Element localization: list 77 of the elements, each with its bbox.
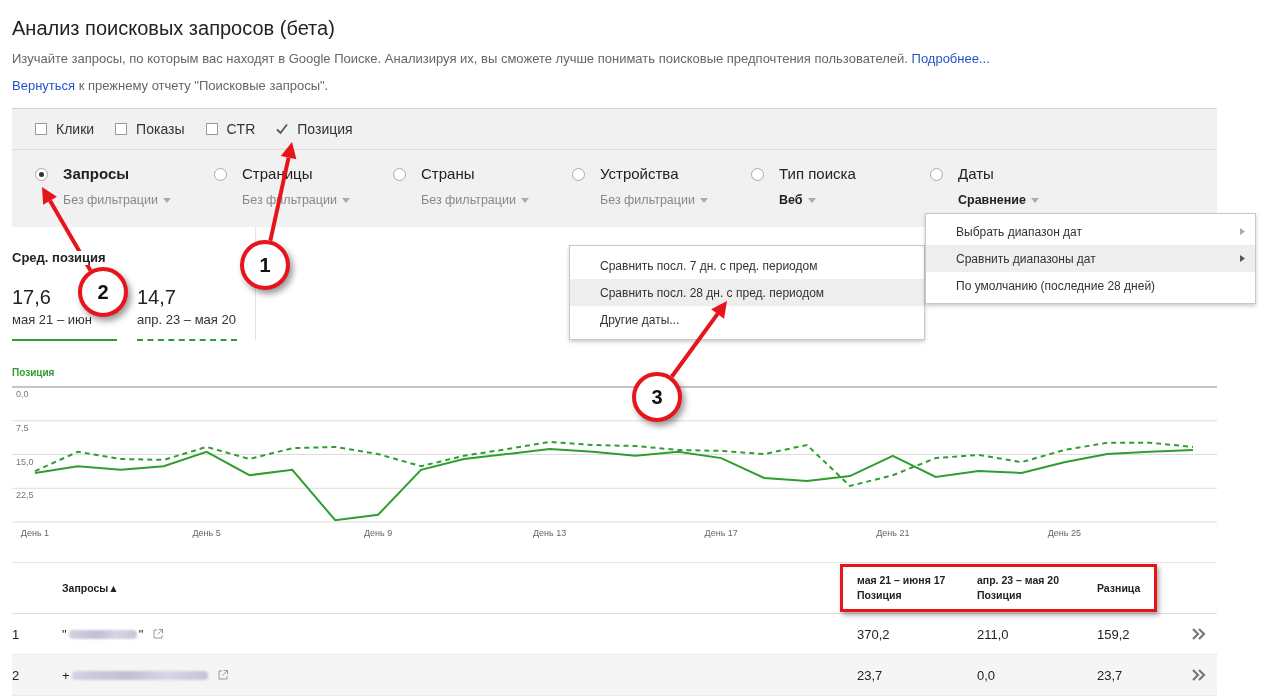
- caret-icon: [341, 197, 350, 203]
- dimension-label[interactable]: Запросы: [63, 164, 130, 184]
- caret-icon: [807, 197, 816, 203]
- axis-label: День 5: [192, 528, 221, 538]
- value-cell: 23,7: [857, 667, 883, 683]
- page-title: Анализ поисковых запросов (бета): [12, 16, 336, 40]
- checkbox-label[interactable]: Позиция: [297, 121, 353, 137]
- value-cell: 159,2: [1097, 626, 1130, 642]
- radio-button[interactable]: [393, 167, 406, 181]
- axis-label: День 1: [20, 528, 50, 538]
- external-link-icon[interactable]: [217, 670, 228, 680]
- summary-title: Сред. позиция: [12, 251, 106, 265]
- caret-icon: [520, 197, 529, 203]
- checkmark-icon[interactable]: [276, 123, 289, 135]
- axis-label: День 21: [876, 528, 910, 538]
- callout-badge: 1: [240, 240, 290, 290]
- menu-item[interactable]: Другие даты...: [570, 306, 924, 333]
- column-header: апр. 23 – мая 20 Позиция: [977, 573, 1059, 603]
- filter-dropdown[interactable]: Сравнение: [958, 192, 1039, 208]
- caret-icon: [699, 197, 708, 203]
- metric-value: 17,6: [12, 285, 51, 309]
- query-prefix: +: [62, 667, 70, 683]
- description-text: Изучайте запросы, по которым вас находят в Google Поиске. Анализируя их, вы сможете лучше понимать поисковые предпочтения пользователей. Подробнее...: [12, 51, 991, 67]
- menu-item[interactable]: Сравнить диапазоны дат: [926, 245, 1255, 272]
- axis-label: 7,5: [16, 422, 29, 433]
- value-cell: 0,0: [977, 667, 996, 683]
- axis-label: День 25: [1047, 528, 1081, 538]
- checkbox[interactable]: [205, 123, 218, 135]
- chart-title: Позиция: [12, 366, 55, 380]
- radio-button[interactable]: [751, 167, 764, 181]
- axis-label: 0,0: [16, 389, 29, 399]
- value-cell: 23,7: [1097, 667, 1123, 683]
- caret-icon: [162, 197, 171, 203]
- redacted-text: [68, 629, 137, 639]
- radio-button[interactable]: [35, 167, 48, 181]
- radio-button[interactable]: [572, 167, 585, 181]
- radio-button[interactable]: [214, 167, 227, 181]
- callout-badge: 2: [78, 267, 128, 317]
- checkbox-label[interactable]: Клики: [56, 121, 95, 137]
- value-cell: 211,0: [977, 626, 1009, 642]
- menu-item[interactable]: По умолчанию (последние 28 дней): [926, 272, 1255, 299]
- dimension-label[interactable]: Страны: [421, 164, 475, 184]
- caret-icon: [1031, 197, 1039, 203]
- menu-item[interactable]: Выбрать диапазон дат: [926, 218, 1255, 245]
- checkbox[interactable]: [115, 123, 128, 135]
- radio-button[interactable]: [930, 167, 943, 181]
- date-range: апр. 23 – мая 20: [137, 312, 236, 328]
- value-cell: 370,2: [857, 626, 890, 642]
- filter-dropdown[interactable]: Веб: [779, 192, 816, 208]
- dimension-label[interactable]: Тип поиска: [779, 164, 856, 184]
- row-number: 1: [12, 626, 20, 642]
- dimension-label[interactable]: Даты: [958, 164, 994, 184]
- axis-label: 15,0: [16, 456, 34, 467]
- metric-value: 14,7: [137, 285, 176, 309]
- query-prefix: ": [62, 626, 67, 642]
- checkbox-label[interactable]: Показы: [136, 121, 185, 137]
- checkbox-label[interactable]: CTR: [226, 121, 256, 137]
- sort-header[interactable]: Запросы▲: [62, 582, 119, 594]
- column-header: мая 21 – июня 17 Позиция: [857, 573, 946, 603]
- row-number: 2: [12, 667, 20, 683]
- axis-label: День 9: [364, 528, 393, 538]
- more-link[interactable]: Подробнее...: [911, 51, 990, 66]
- column-header: Разница: [1097, 580, 1141, 596]
- axis-label: 22,5: [16, 490, 34, 501]
- external-link-icon[interactable]: [153, 629, 164, 639]
- axis-label: День 13: [533, 528, 567, 538]
- checkbox[interactable]: [35, 123, 47, 135]
- double-chevron-icon[interactable]: [1191, 628, 1206, 640]
- double-chevron-icon[interactable]: [1191, 669, 1206, 681]
- axis-label: День 17: [704, 528, 738, 538]
- back-text: Вернуться к прежнему отчету "Поисковые запросы".: [12, 78, 330, 94]
- dimension-label[interactable]: Устройства: [600, 164, 679, 184]
- menu-item[interactable]: Сравнить посл. 28 дн. с пред. периодом: [570, 279, 924, 306]
- query-suffix: ": [138, 626, 144, 642]
- menu-item[interactable]: Сравнить посл. 7 дн. с пред. периодом: [570, 252, 924, 279]
- back-link[interactable]: Вернуться: [12, 78, 76, 93]
- callout-badge: 3: [632, 372, 682, 422]
